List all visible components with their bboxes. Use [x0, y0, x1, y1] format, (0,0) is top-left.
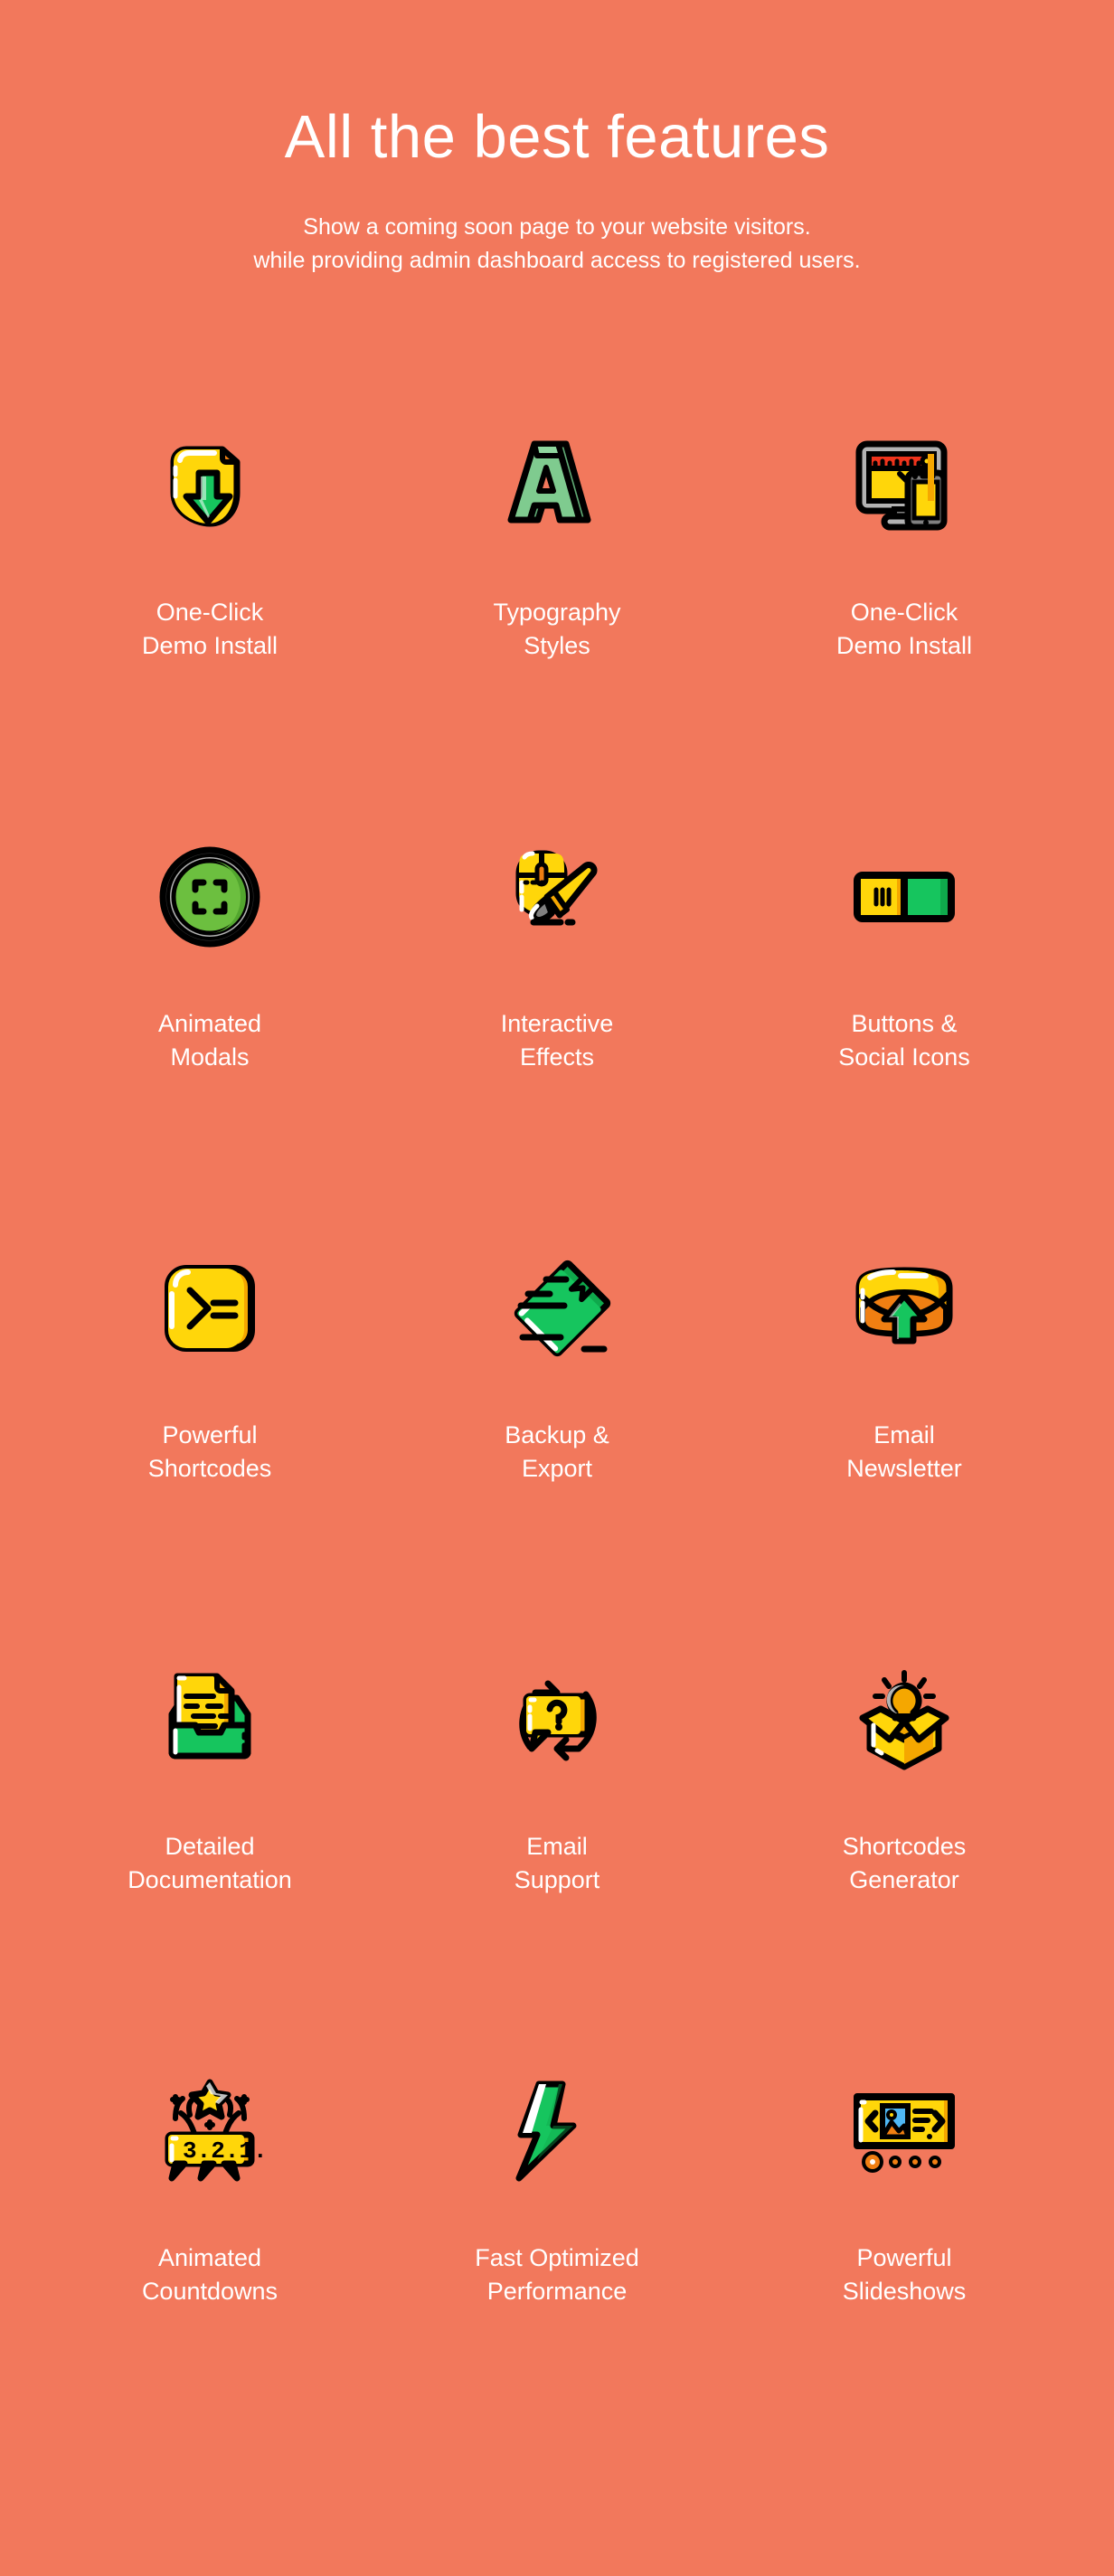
question-bubble-cycle-icon [467, 1629, 647, 1810]
feature-card-typography-styles[interactable]: Typography Styles [383, 395, 731, 807]
feature-label: Typography Styles [493, 599, 621, 660]
feature-card-powerful-shortcodes[interactable]: Powerful Shortcodes [36, 1218, 383, 1629]
document-tray-icon [119, 1629, 300, 1810]
feature-label: Interactive Effects [500, 1010, 614, 1071]
subtitle-line-2: while providing admin dashboard access t… [253, 248, 861, 273]
feature-label: Animated Modals [157, 1010, 262, 1071]
feature-label: Email Newsletter [846, 1421, 962, 1483]
feature-label: Buttons & Social Icons [838, 1010, 970, 1071]
toggle-buttons-icon [814, 807, 995, 987]
feature-card-animated-countdowns[interactable]: 3.2.1... Animated Countdowns [36, 2041, 383, 2452]
feature-card-interactive-effects[interactable]: Interactive Effects [383, 807, 731, 1218]
feature-label: Backup & Export [505, 1421, 609, 1483]
expand-button-icon [119, 807, 300, 987]
terminal-prompt-icon [119, 1218, 300, 1399]
feature-label: Fast Optimized Performance [475, 2244, 639, 2306]
feature-card-responsive-demo-install[interactable]: One-Click Demo Install [731, 395, 1078, 807]
page-subtitle: Show a coming soon page to your website … [0, 211, 1114, 278]
feature-card-email-newsletter[interactable]: Email Newsletter [731, 1218, 1078, 1629]
feature-label: Powerful Slideshows [842, 2244, 967, 2306]
box-lightbulb-icon [814, 1629, 995, 1810]
feature-card-animated-modals[interactable]: Animated Modals [36, 807, 383, 1218]
subtitle-line-1: Show a coming soon page to your website … [303, 214, 811, 240]
feature-label: One-Click Demo Install [141, 599, 278, 660]
countdown-banner-icon: 3.2.1... [119, 2041, 300, 2222]
feature-label: Shortcodes Generator [842, 1833, 967, 1894]
feature-label: Powerful Shortcodes [147, 1421, 272, 1483]
features-grid: One-Click Demo Install Typography Styles [0, 395, 1114, 2452]
feature-card-shortcodes-generator[interactable]: Shortcodes Generator [731, 1629, 1078, 2041]
feature-card-detailed-documentation[interactable]: Detailed Documentation [36, 1629, 383, 2041]
envelope-upload-icon [814, 1218, 995, 1399]
download-folder-icon [119, 395, 300, 576]
feature-card-buttons-social-icons[interactable]: Buttons & Social Icons [731, 807, 1078, 1218]
flying-folder-icon [467, 1218, 647, 1399]
feature-label: Email Support [514, 1833, 600, 1894]
feature-card-powerful-slideshows[interactable]: Powerful Slideshows [731, 2041, 1078, 2452]
slideshow-carousel-icon [814, 2041, 995, 2222]
feature-label: Detailed Documentation [127, 1833, 292, 1894]
feature-label: One-Click Demo Install [836, 599, 973, 660]
responsive-devices-icon [814, 395, 995, 576]
features-page: All the best features Show a coming soon… [0, 0, 1114, 2576]
feature-card-fast-optimized-performance[interactable]: Fast Optimized Performance [383, 2041, 731, 2452]
page-header: All the best features Show a coming soon… [0, 0, 1114, 278]
page-title: All the best features [284, 103, 830, 171]
countdown-text: 3.2.1... [183, 2137, 264, 2165]
letter-a-3d-icon [467, 395, 647, 576]
feature-card-backup-export[interactable]: Backup & Export [383, 1218, 731, 1629]
feature-card-email-support[interactable]: Email Support [383, 1629, 731, 2041]
lightning-bolt-icon [467, 2041, 647, 2222]
feature-card-one-click-demo-install[interactable]: One-Click Demo Install [36, 395, 383, 807]
feature-label: Animated Countdowns [141, 2244, 278, 2306]
mouse-paintbrush-icon [467, 807, 647, 987]
